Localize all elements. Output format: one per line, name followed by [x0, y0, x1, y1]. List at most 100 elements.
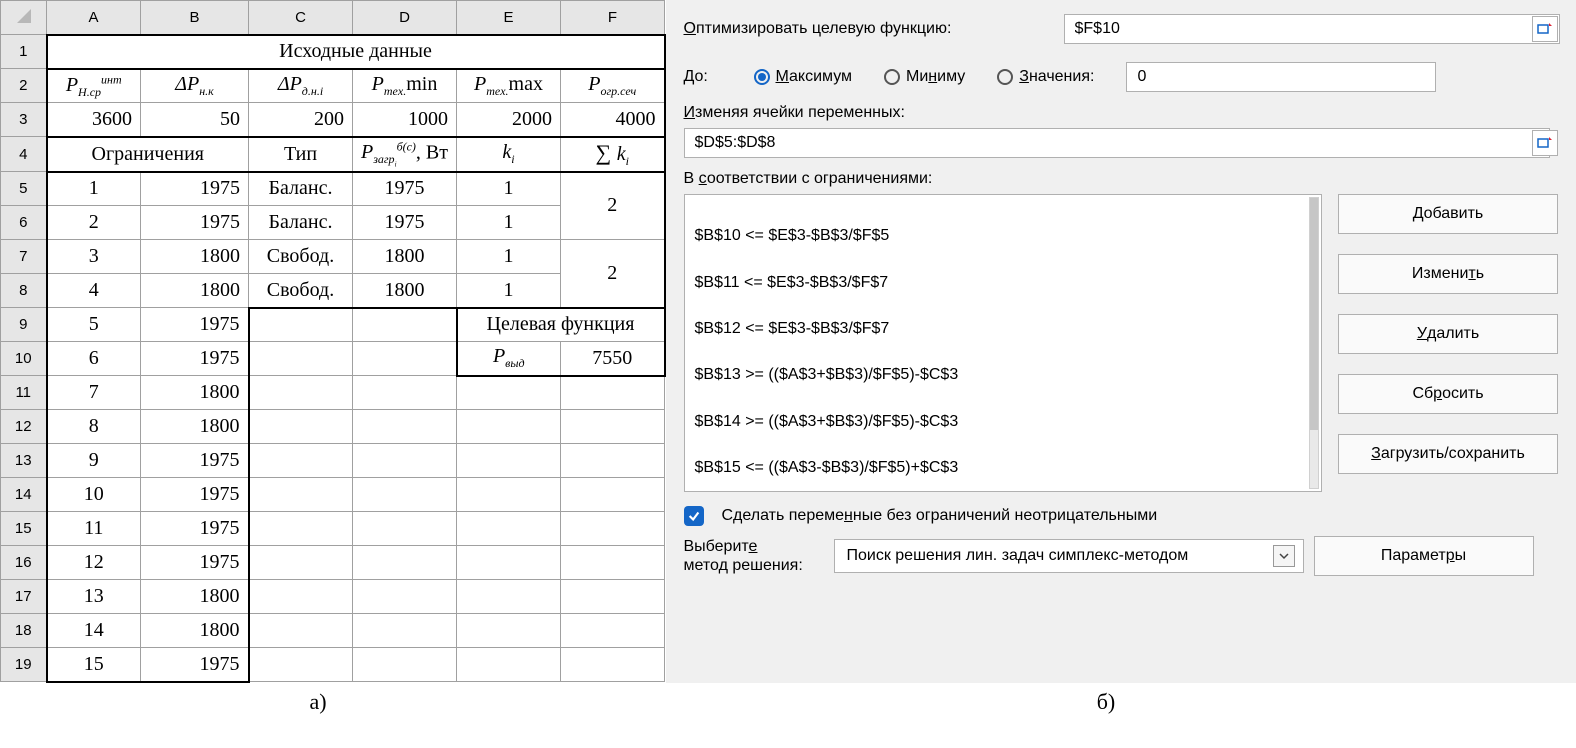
cell[interactable]: [353, 342, 457, 376]
cell[interactable]: [353, 580, 457, 614]
cell[interactable]: 5: [47, 308, 141, 342]
col-D[interactable]: D: [353, 1, 457, 35]
col-C[interactable]: C: [249, 1, 353, 35]
cell[interactable]: [353, 648, 457, 682]
select-all-cell[interactable]: [1, 1, 47, 35]
cell[interactable]: [457, 478, 561, 512]
row-17[interactable]: 17: [1, 580, 47, 614]
cell[interactable]: 1800: [141, 410, 249, 444]
cell[interactable]: 11: [47, 512, 141, 546]
reset-button[interactable]: Сбросить: [1338, 374, 1558, 414]
cell[interactable]: [561, 376, 665, 410]
cell[interactable]: 2: [561, 172, 665, 240]
radio-min[interactable]: Миниму: [884, 68, 965, 86]
cell[interactable]: [353, 376, 457, 410]
params-button[interactable]: Параметры: [1314, 536, 1534, 576]
cell[interactable]: Pвыд: [457, 342, 561, 376]
cell[interactable]: [457, 512, 561, 546]
cell[interactable]: 1975: [141, 512, 249, 546]
cell[interactable]: 1975: [141, 546, 249, 580]
constraints-list[interactable]: $B$10 <= $E$3-$B$3/$F$5 $B$11 <= $E$3-$B…: [684, 194, 1323, 492]
cell[interactable]: [353, 614, 457, 648]
cell[interactable]: Тип: [249, 137, 353, 172]
cell[interactable]: 1800: [141, 274, 249, 308]
cell[interactable]: [353, 308, 457, 342]
row-8[interactable]: 8: [1, 274, 47, 308]
cell[interactable]: [353, 410, 457, 444]
cell[interactable]: [249, 308, 353, 342]
cell[interactable]: 1000: [353, 103, 457, 137]
row-9[interactable]: 9: [1, 308, 47, 342]
cell[interactable]: 1975: [141, 444, 249, 478]
cell[interactable]: Ограничения: [47, 137, 249, 172]
cell[interactable]: [457, 410, 561, 444]
cell[interactable]: [249, 614, 353, 648]
cell[interactable]: 1975: [353, 206, 457, 240]
col-F[interactable]: F: [561, 1, 665, 35]
col-B[interactable]: B: [141, 1, 249, 35]
cell[interactable]: Целевая функция: [457, 308, 665, 342]
cell[interactable]: 1975: [353, 172, 457, 206]
cell[interactable]: [561, 546, 665, 580]
cell[interactable]: [561, 478, 665, 512]
cell[interactable]: [561, 410, 665, 444]
cell[interactable]: 1: [47, 172, 141, 206]
cell[interactable]: 1975: [141, 342, 249, 376]
row-15[interactable]: 15: [1, 512, 47, 546]
cell[interactable]: 1: [457, 240, 561, 274]
cell[interactable]: Баланс.: [249, 172, 353, 206]
cell[interactable]: 50: [141, 103, 249, 137]
cell[interactable]: [249, 410, 353, 444]
cell[interactable]: 1800: [353, 240, 457, 274]
cell[interactable]: [353, 444, 457, 478]
cell[interactable]: 14: [47, 614, 141, 648]
cell[interactable]: 3600: [47, 103, 141, 137]
cell[interactable]: [457, 614, 561, 648]
cell[interactable]: [561, 648, 665, 682]
row-18[interactable]: 18: [1, 614, 47, 648]
cell[interactable]: Pmex.min: [353, 69, 457, 103]
cell[interactable]: 1975: [141, 648, 249, 682]
cell[interactable]: 15: [47, 648, 141, 682]
row-14[interactable]: 14: [1, 478, 47, 512]
cell[interactable]: [249, 648, 353, 682]
cell[interactable]: [561, 580, 665, 614]
row-1[interactable]: 1: [1, 35, 47, 69]
row-3[interactable]: 3: [1, 103, 47, 137]
cell[interactable]: 1975: [141, 206, 249, 240]
delete-button[interactable]: Удалить: [1338, 314, 1558, 354]
radio-max[interactable]: Максимум: [754, 68, 853, 86]
cell[interactable]: 1: [457, 206, 561, 240]
cell[interactable]: PH.сринт: [47, 69, 141, 103]
cell[interactable]: 7: [47, 376, 141, 410]
cell[interactable]: 3: [47, 240, 141, 274]
cell[interactable]: 1800: [141, 580, 249, 614]
col-E[interactable]: E: [457, 1, 561, 35]
cell[interactable]: Pзагрiб(с), Вт: [353, 137, 457, 172]
cell[interactable]: 1800: [141, 614, 249, 648]
cell[interactable]: Баланс.: [249, 206, 353, 240]
cell[interactable]: ΔPд.н.i: [249, 69, 353, 103]
cell[interactable]: ∑ ki: [561, 137, 665, 172]
cell[interactable]: 1800: [141, 240, 249, 274]
cell[interactable]: 4: [47, 274, 141, 308]
cell[interactable]: Pогр.сеч: [561, 69, 665, 103]
cell[interactable]: 8: [47, 410, 141, 444]
cell[interactable]: 1975: [141, 172, 249, 206]
cell[interactable]: 1800: [141, 376, 249, 410]
target-value-input[interactable]: [1126, 62, 1436, 92]
row-2[interactable]: 2: [1, 69, 47, 103]
objective-input[interactable]: [1064, 14, 1561, 44]
cell[interactable]: [561, 444, 665, 478]
spreadsheet-table[interactable]: A B C D E F 1 Исходные данные 2 PH.сринт…: [0, 0, 666, 683]
vars-input[interactable]: [684, 128, 1551, 158]
cell[interactable]: [249, 376, 353, 410]
cell[interactable]: Свобод.: [249, 240, 353, 274]
cell[interactable]: 1: [457, 172, 561, 206]
cell[interactable]: [457, 546, 561, 580]
cell[interactable]: 2: [47, 206, 141, 240]
row-11[interactable]: 11: [1, 376, 47, 410]
row-16[interactable]: 16: [1, 546, 47, 580]
cell[interactable]: 1975: [141, 478, 249, 512]
cell[interactable]: Исходные данные: [47, 35, 665, 69]
